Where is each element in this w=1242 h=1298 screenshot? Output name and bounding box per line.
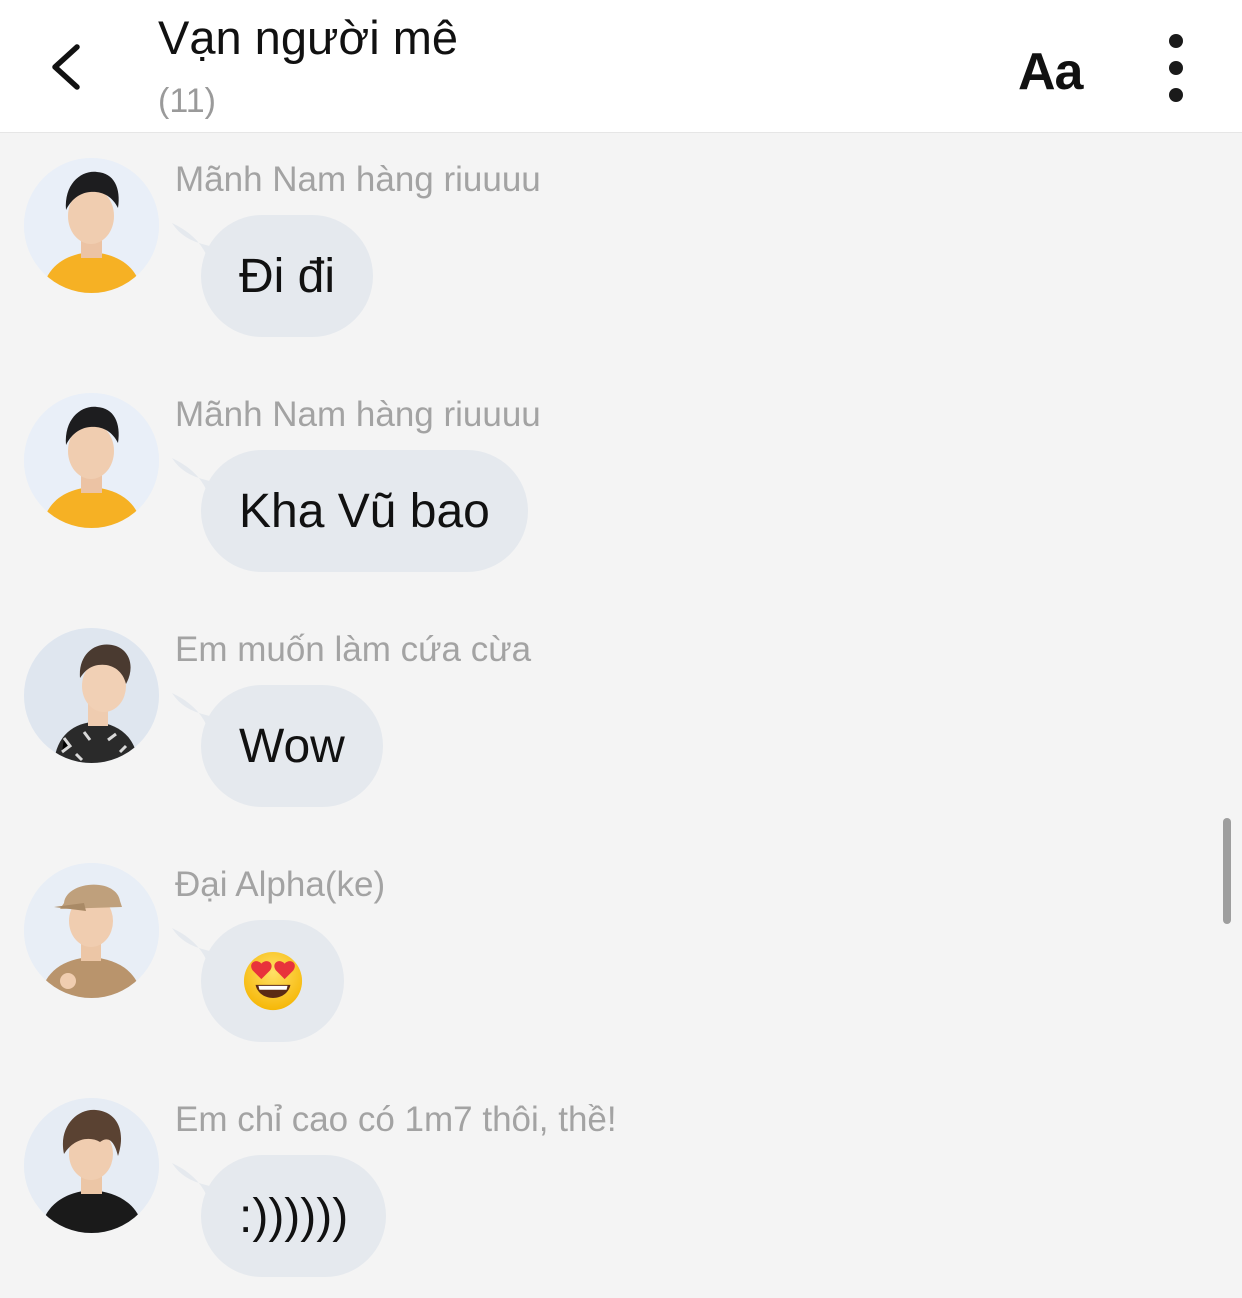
avatar[interactable]	[24, 158, 159, 293]
avatar[interactable]	[24, 1098, 159, 1233]
message-bubble[interactable]: Đi đi	[201, 215, 374, 337]
message-item: Đại Alpha(ke)	[0, 863, 1242, 1063]
chevron-left-icon	[52, 44, 80, 90]
message-item: Em muốn làm cứa cừa Wow	[0, 628, 1242, 828]
message-bubble[interactable]: Kha Vũ bao	[201, 450, 528, 572]
message-bubble[interactable]: :))))))	[201, 1155, 387, 1277]
heart-eyes-emoji-icon	[243, 951, 302, 1011]
message-item: Em chỉ cao có 1m7 thôi, thề! :))))))	[0, 1098, 1242, 1298]
message-item: Mãnh Nam hàng riuuuu Kha Vũ bao	[0, 393, 1242, 593]
message-bubble[interactable]	[201, 920, 344, 1042]
avatar[interactable]	[24, 863, 159, 998]
avatar[interactable]	[24, 393, 159, 528]
message-item: Mãnh Nam hàng riuuuu Đi đi	[0, 158, 1242, 358]
member-count: (11)	[158, 82, 216, 120]
chat-header: Vạn người mê (11) Aa	[0, 0, 1242, 133]
message-bubble[interactable]: Wow	[201, 685, 383, 807]
sender-name: Đại Alpha(ke)	[175, 865, 386, 904]
scrollbar-thumb[interactable]	[1223, 818, 1231, 924]
sender-name: Mãnh Nam hàng riuuuu	[175, 395, 541, 434]
back-button[interactable]	[40, 38, 100, 98]
chat-title: Vạn người mê	[158, 11, 459, 64]
avatar[interactable]	[24, 628, 159, 763]
more-vertical-icon	[1169, 34, 1183, 48]
more-options-button[interactable]	[1160, 34, 1192, 102]
sender-name: Em chỉ cao có 1m7 thôi, thề!	[175, 1100, 617, 1139]
sender-name: Em muốn làm cứa cừa	[175, 630, 532, 669]
sender-name: Mãnh Nam hàng riuuuu	[175, 160, 541, 199]
font-size-button[interactable]: Aa	[1018, 42, 1083, 102]
